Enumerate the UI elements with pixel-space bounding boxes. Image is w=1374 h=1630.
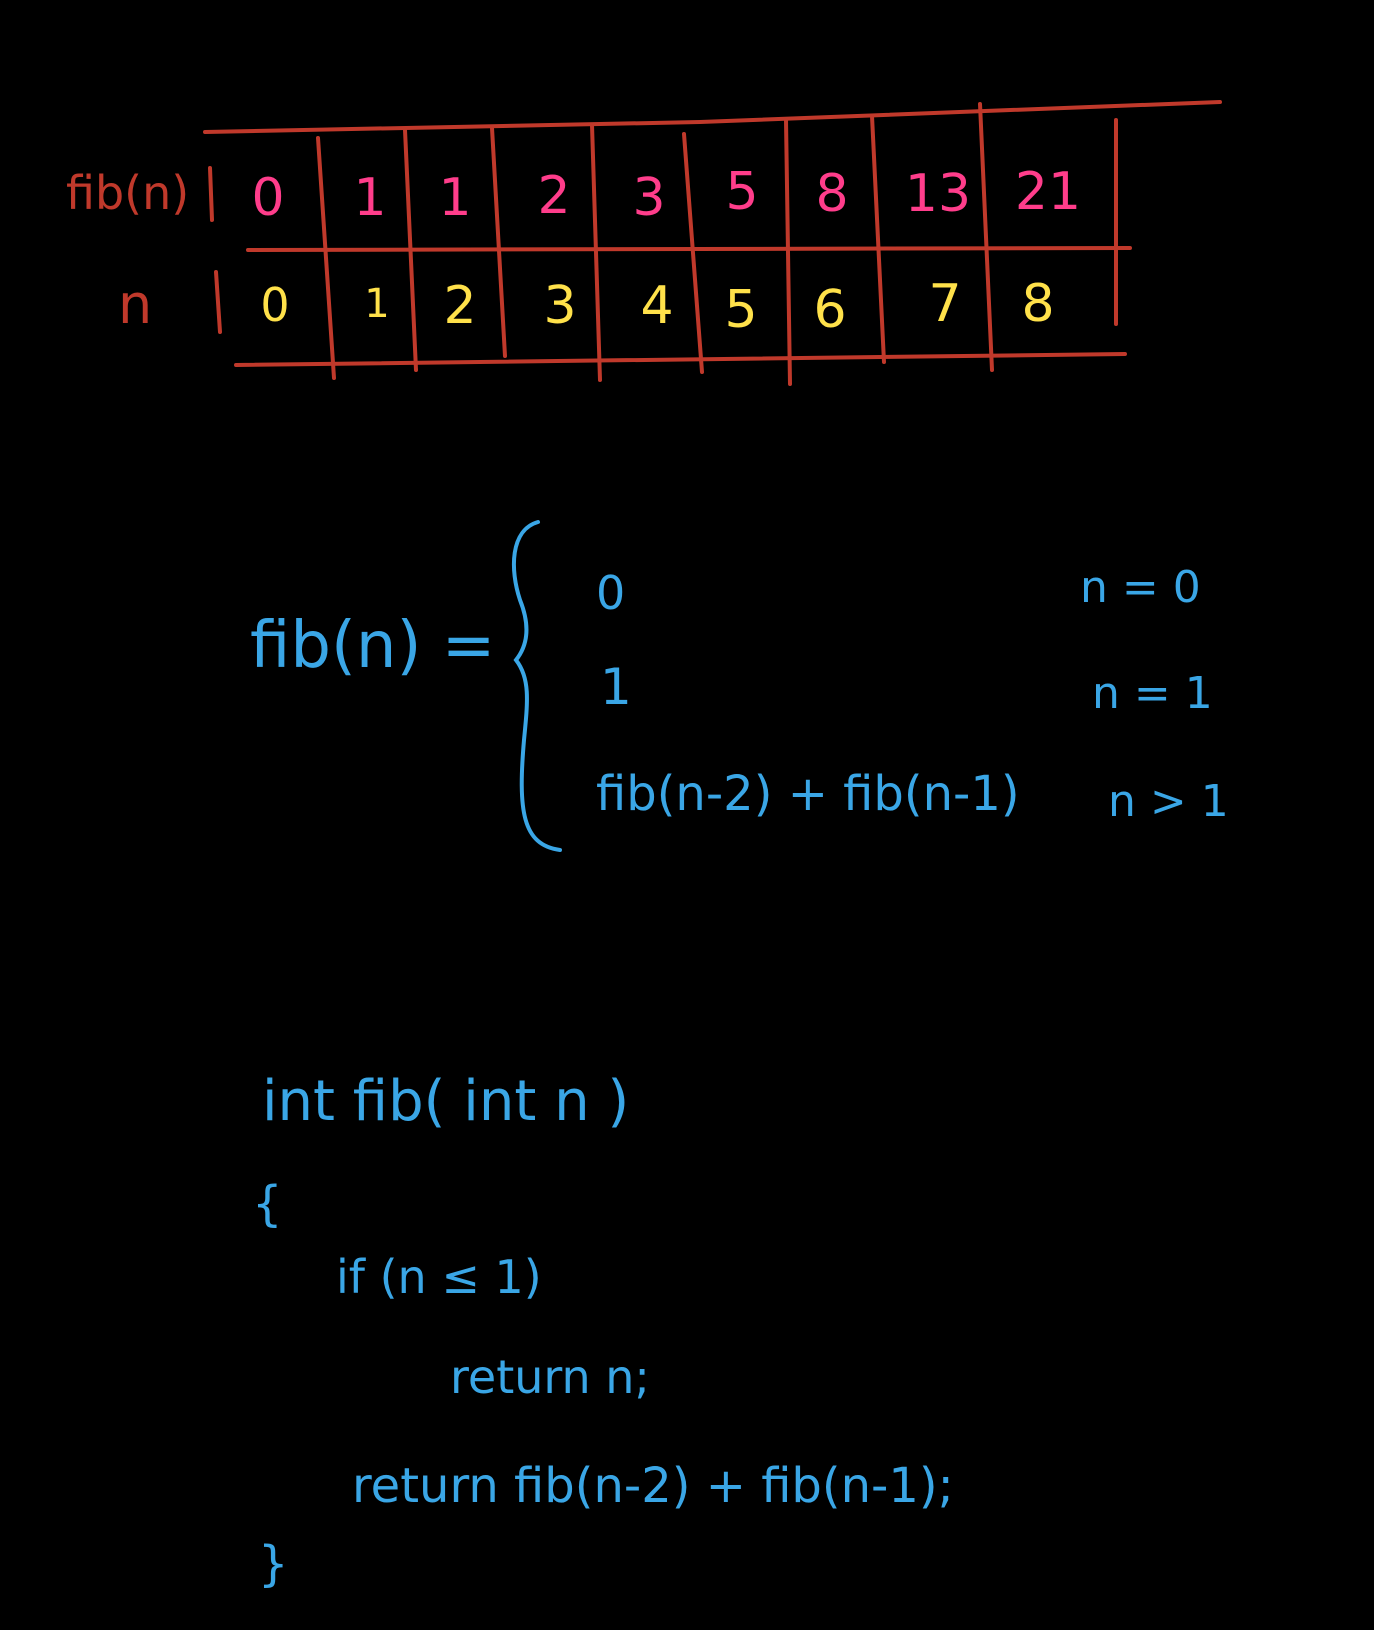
case-condition: n > 1 bbox=[1108, 776, 1229, 827]
fib-value-cell: 1 bbox=[438, 168, 472, 228]
n-value-cell: 0 bbox=[260, 278, 290, 332]
n-value-cell: 1 bbox=[364, 281, 390, 327]
n-value-cell: 6 bbox=[813, 280, 847, 340]
fib-value-cell: 2 bbox=[537, 166, 571, 226]
code-line-return-recursive: return fib(n-2) + fib(n-1); bbox=[352, 1458, 954, 1514]
case-condition: n = 0 bbox=[1080, 562, 1201, 613]
code-line-return-n: return n; bbox=[450, 1350, 650, 1404]
fib-value-cell: 3 bbox=[632, 168, 666, 228]
curly-brace bbox=[511, 520, 562, 852]
fib-value-cell: 13 bbox=[904, 164, 972, 224]
fib-value-cell: 8 bbox=[815, 164, 849, 224]
n-value-cell: 2 bbox=[443, 276, 477, 336]
row-label-n: n bbox=[118, 273, 153, 336]
fib-value-cell: 21 bbox=[1014, 162, 1082, 222]
n-value-cell: 3 bbox=[543, 276, 577, 336]
case-value: 1 bbox=[600, 658, 632, 716]
n-value-cell: 5 bbox=[724, 280, 758, 340]
code-line-signature: int fib( int n ) bbox=[262, 1069, 630, 1134]
fib-value-cell: 1 bbox=[353, 168, 387, 228]
n-value-cell: 7 bbox=[928, 274, 962, 334]
fib-value-cell: 5 bbox=[725, 162, 759, 222]
fib-value-cell: 0 bbox=[251, 168, 285, 228]
code-line-if: if (n ≤ 1) bbox=[336, 1250, 542, 1304]
row-label-fib: fib(n) bbox=[66, 166, 190, 220]
n-value-cell: 4 bbox=[640, 276, 674, 336]
n-value-cell: 8 bbox=[1021, 274, 1055, 334]
code-line-close-brace: } bbox=[258, 1536, 289, 1592]
code-line-open-brace: { bbox=[252, 1176, 283, 1232]
case-value: 0 bbox=[596, 566, 626, 620]
recurrence-lhs: fib(n) = bbox=[250, 609, 496, 683]
case-value: fib(n-2) + fib(n-1) bbox=[596, 766, 1020, 822]
case-condition: n = 1 bbox=[1092, 668, 1213, 719]
